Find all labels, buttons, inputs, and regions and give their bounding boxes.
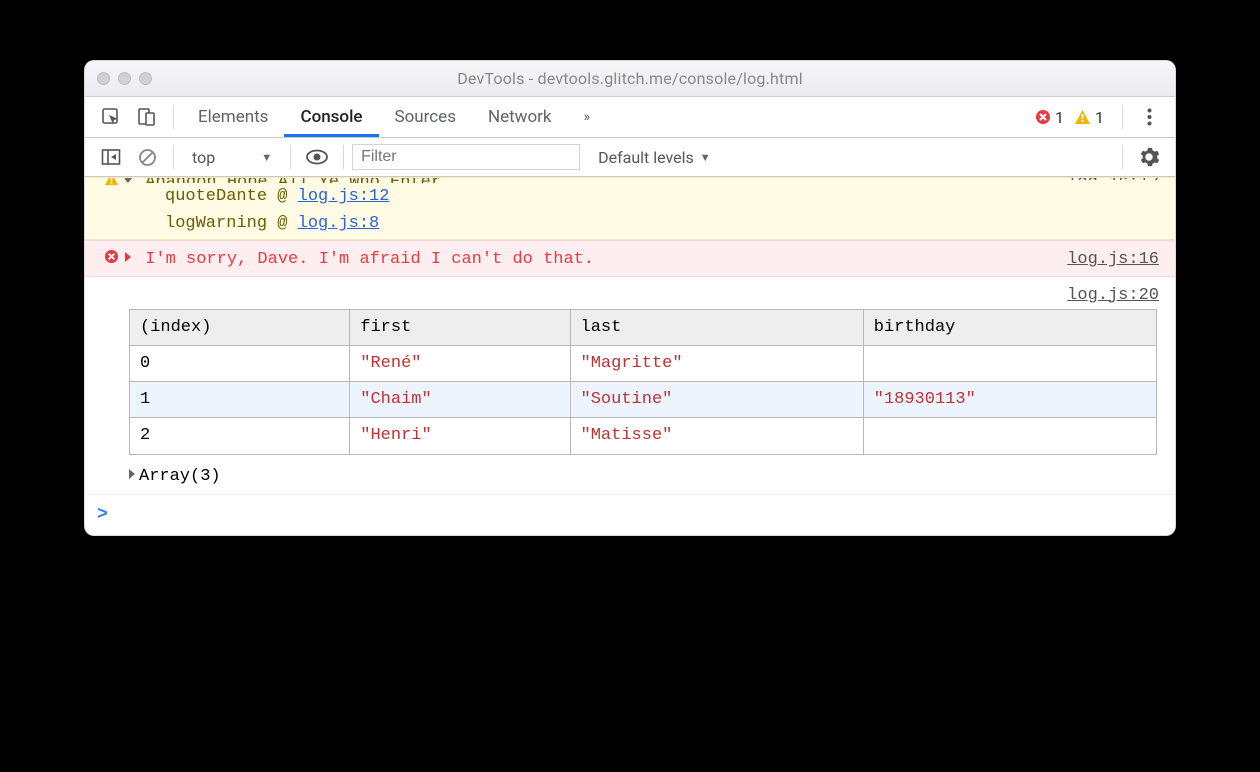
stack-frame: logWarning @ log.js:8 (165, 210, 1067, 237)
tab-sources[interactable]: Sources (379, 97, 472, 137)
table-row[interactable]: 0 "René" "Magritte" (130, 345, 1157, 381)
log-warning-row[interactable]: Abandon Hope All Ye Who Enter quoteDante… (85, 177, 1175, 240)
log-warning-body: Abandon Hope All Ye Who Enter quoteDante… (125, 180, 1067, 237)
clear-console-icon[interactable] (136, 148, 158, 167)
log-levels-selector[interactable]: Default levels ▼ (598, 148, 711, 167)
device-toolbar-icon[interactable] (136, 107, 158, 127)
live-expression-icon[interactable] (306, 149, 328, 165)
error-icon (1035, 109, 1051, 125)
console-log-area: Abandon Hope All Ye Who Enter quoteDante… (85, 177, 1175, 535)
console-filter-bar: top ▼ Default levels ▼ (85, 138, 1175, 177)
array-summary[interactable]: Array(3) (85, 459, 1175, 494)
data-table: (index) first last birthday 0 "René" "Ma… (129, 309, 1157, 455)
prompt-chevron-icon: > (97, 505, 108, 525)
titlebar: DevTools - devtools.glitch.me/console/lo… (85, 61, 1175, 97)
divider (173, 105, 174, 129)
console-prompt[interactable]: > (85, 494, 1175, 536)
log-error-body: I'm sorry, Dave. I'm afraid I can't do t… (125, 243, 1067, 273)
table-header-row: (index) first last birthday (130, 309, 1157, 345)
source-link[interactable]: log.js:20 (1067, 279, 1159, 309)
divider (1122, 105, 1123, 129)
filter-input[interactable] (352, 144, 580, 170)
warning-stack: quoteDante @ log.js:12 logWarning @ log.… (125, 183, 1067, 237)
inspect-icon[interactable] (100, 107, 122, 127)
main-tabs: Elements Console Sources Network » 1 1 (85, 97, 1175, 138)
close-window-button[interactable] (97, 72, 110, 85)
warning-icon (97, 177, 125, 186)
disclosure-triangle-icon[interactable] (129, 469, 135, 479)
settings-gear-icon[interactable] (1138, 147, 1160, 167)
table-header[interactable]: birthday (863, 309, 1156, 345)
divider (290, 145, 291, 169)
tab-console[interactable]: Console (284, 97, 378, 137)
toggle-sidebar-icon[interactable] (100, 148, 122, 166)
window-controls (97, 72, 152, 85)
context-selector[interactable]: top ▼ (182, 148, 282, 167)
chevron-down-icon: ▼ (700, 151, 711, 164)
console-table: (index) first last birthday 0 "René" "Ma… (85, 309, 1175, 459)
divider (343, 145, 344, 169)
source-link[interactable]: log.js:16 (1067, 243, 1159, 273)
source-link[interactable]: log.js:12 (1067, 177, 1159, 180)
minimize-window-button[interactable] (118, 72, 131, 85)
devtools-window: DevTools - devtools.glitch.me/console/lo… (84, 60, 1176, 536)
chevron-down-icon: ▼ (261, 151, 272, 164)
tab-elements[interactable]: Elements (182, 97, 284, 137)
source-link[interactable]: log.js:8 (298, 214, 380, 233)
divider (1122, 145, 1123, 169)
table-row[interactable]: 2 "Henri" "Matisse" (130, 418, 1157, 454)
tab-network[interactable]: Network (472, 97, 568, 137)
log-error-row[interactable]: I'm sorry, Dave. I'm afraid I can't do t… (85, 240, 1175, 276)
table-header[interactable]: (index) (130, 309, 350, 345)
error-icon (97, 243, 125, 264)
window-title: DevTools - devtools.glitch.me/console/lo… (85, 69, 1175, 88)
source-link[interactable]: log.js:12 (298, 187, 390, 206)
table-header[interactable]: last (570, 309, 863, 345)
kebab-menu-icon[interactable] (1138, 108, 1160, 126)
disclosure-triangle-icon[interactable] (125, 177, 133, 183)
divider (173, 145, 174, 169)
table-header[interactable]: first (350, 309, 570, 345)
error-count-badge[interactable]: 1 (1035, 108, 1064, 127)
stack-frame: quoteDante @ log.js:12 (165, 183, 1067, 210)
error-message: I'm sorry, Dave. I'm afraid I can't do t… (145, 250, 594, 269)
zoom-window-button[interactable] (139, 72, 152, 85)
table-row[interactable]: 1 "Chaim" "Soutine" "18930113" (130, 382, 1157, 418)
disclosure-triangle-icon[interactable] (125, 252, 131, 262)
log-table-source-row: log.js:20 (85, 277, 1175, 309)
tabs-overflow[interactable]: » (568, 97, 607, 137)
warning-count-badge[interactable]: 1 (1074, 108, 1104, 127)
warning-icon (1074, 109, 1091, 125)
